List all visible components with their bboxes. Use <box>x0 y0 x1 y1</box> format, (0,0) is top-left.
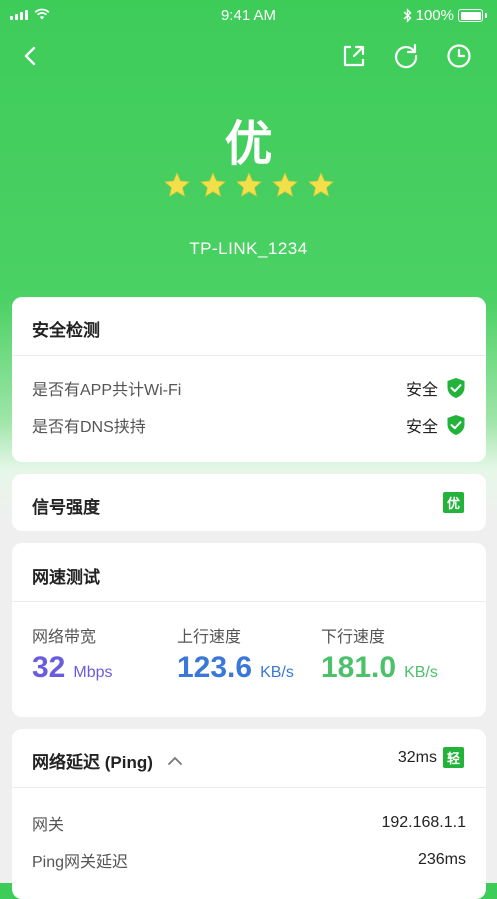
security-row: 是否有DNS挟持 安全 <box>32 413 466 437</box>
share-icon[interactable] <box>339 41 369 71</box>
latency-summary-group: 32ms 轻 <box>398 747 464 768</box>
security-title: 安全检测 <box>32 321 100 340</box>
latency-summary: 32ms <box>397 748 437 766</box>
security-row-value-group: 安全 <box>406 376 466 400</box>
signal-badge: 优 <box>443 492 464 513</box>
rating-stars <box>0 171 497 199</box>
star-icon <box>163 172 190 197</box>
security-row-value: 安全 <box>405 382 438 399</box>
latency-row-label: Ping网关延迟 <box>32 854 129 871</box>
latency-title: 网络延迟 (Ping) <box>32 753 153 772</box>
divider <box>12 601 486 602</box>
security-card: 安全检测 是否有APP共计Wi-Fi 安全 是否有DNS挟持 安全 <box>12 297 486 462</box>
wifi-ssid: TP-LINK_1234 <box>189 239 308 258</box>
bandwidth-unit: Mbps <box>73 664 113 681</box>
security-row-label: 是否有APP共计Wi-Fi <box>32 382 182 399</box>
wifi-grade: 优 <box>224 118 273 171</box>
upload-value: 123.6 <box>177 651 253 684</box>
upload-unit: KB/s <box>260 664 294 681</box>
security-row-label: 是否有DNS挟持 <box>32 419 146 436</box>
divider <box>12 787 486 788</box>
upload-label: 上行速度 <box>177 629 242 646</box>
latency-row: Ping网关延迟 236ms <box>32 848 466 872</box>
divider <box>12 355 486 356</box>
chevron-up-icon[interactable] <box>167 756 183 766</box>
star-icon <box>271 172 298 197</box>
signal-card[interactable]: 信号强度 优 <box>12 474 486 531</box>
latency-row-label: 网关 <box>32 817 65 834</box>
latency-row-value: 236ms <box>417 851 466 868</box>
download-unit: KB/s <box>404 664 438 681</box>
security-row-value: 安全 <box>405 419 438 436</box>
bluetooth-icon <box>403 8 412 23</box>
history-icon[interactable] <box>444 41 474 71</box>
latency-card: 网络延迟 (Ping) 32ms 轻 网关 192.168.1.1 Ping网关… <box>12 729 486 899</box>
status-bar: 9:41 AM 100% <box>0 0 497 30</box>
bandwidth-value-group: 32 Mbps <box>32 651 113 685</box>
latency-badge: 轻 <box>443 747 464 768</box>
security-row: 是否有APP共计Wi-Fi 安全 <box>32 376 466 400</box>
signal-title: 信号强度 <box>32 498 100 517</box>
battery-percent: 100% <box>415 7 454 24</box>
security-row-value-group: 安全 <box>406 413 466 437</box>
nav-bar <box>0 38 497 74</box>
latency-row: 网关 192.168.1.1 <box>32 811 466 835</box>
latency-row-value: 192.168.1.1 <box>381 814 466 831</box>
speed-test-card: 网速测试 网络带宽 32 Mbps 上行速度 123.6 KB/s 下行速度 1… <box>12 543 486 717</box>
star-icon <box>235 172 262 197</box>
bandwidth-label: 网络带宽 <box>32 629 97 646</box>
download-label: 下行速度 <box>321 629 386 646</box>
battery-icon <box>458 9 483 22</box>
refresh-icon[interactable] <box>391 41 421 71</box>
shield-check-icon <box>447 415 465 435</box>
status-right: 100% <box>403 7 487 24</box>
upload-value-group: 123.6 KB/s <box>177 651 294 685</box>
download-value-group: 181.0 KB/s <box>321 651 438 685</box>
star-icon <box>199 172 226 197</box>
speed-test-title: 网速测试 <box>32 568 100 587</box>
shield-check-icon <box>447 378 465 398</box>
latency-header[interactable]: 网络延迟 (Ping) <box>32 748 183 773</box>
star-icon <box>307 172 334 197</box>
download-value: 181.0 <box>321 651 397 684</box>
back-icon[interactable] <box>18 42 46 70</box>
bandwidth-value: 32 <box>32 651 66 684</box>
